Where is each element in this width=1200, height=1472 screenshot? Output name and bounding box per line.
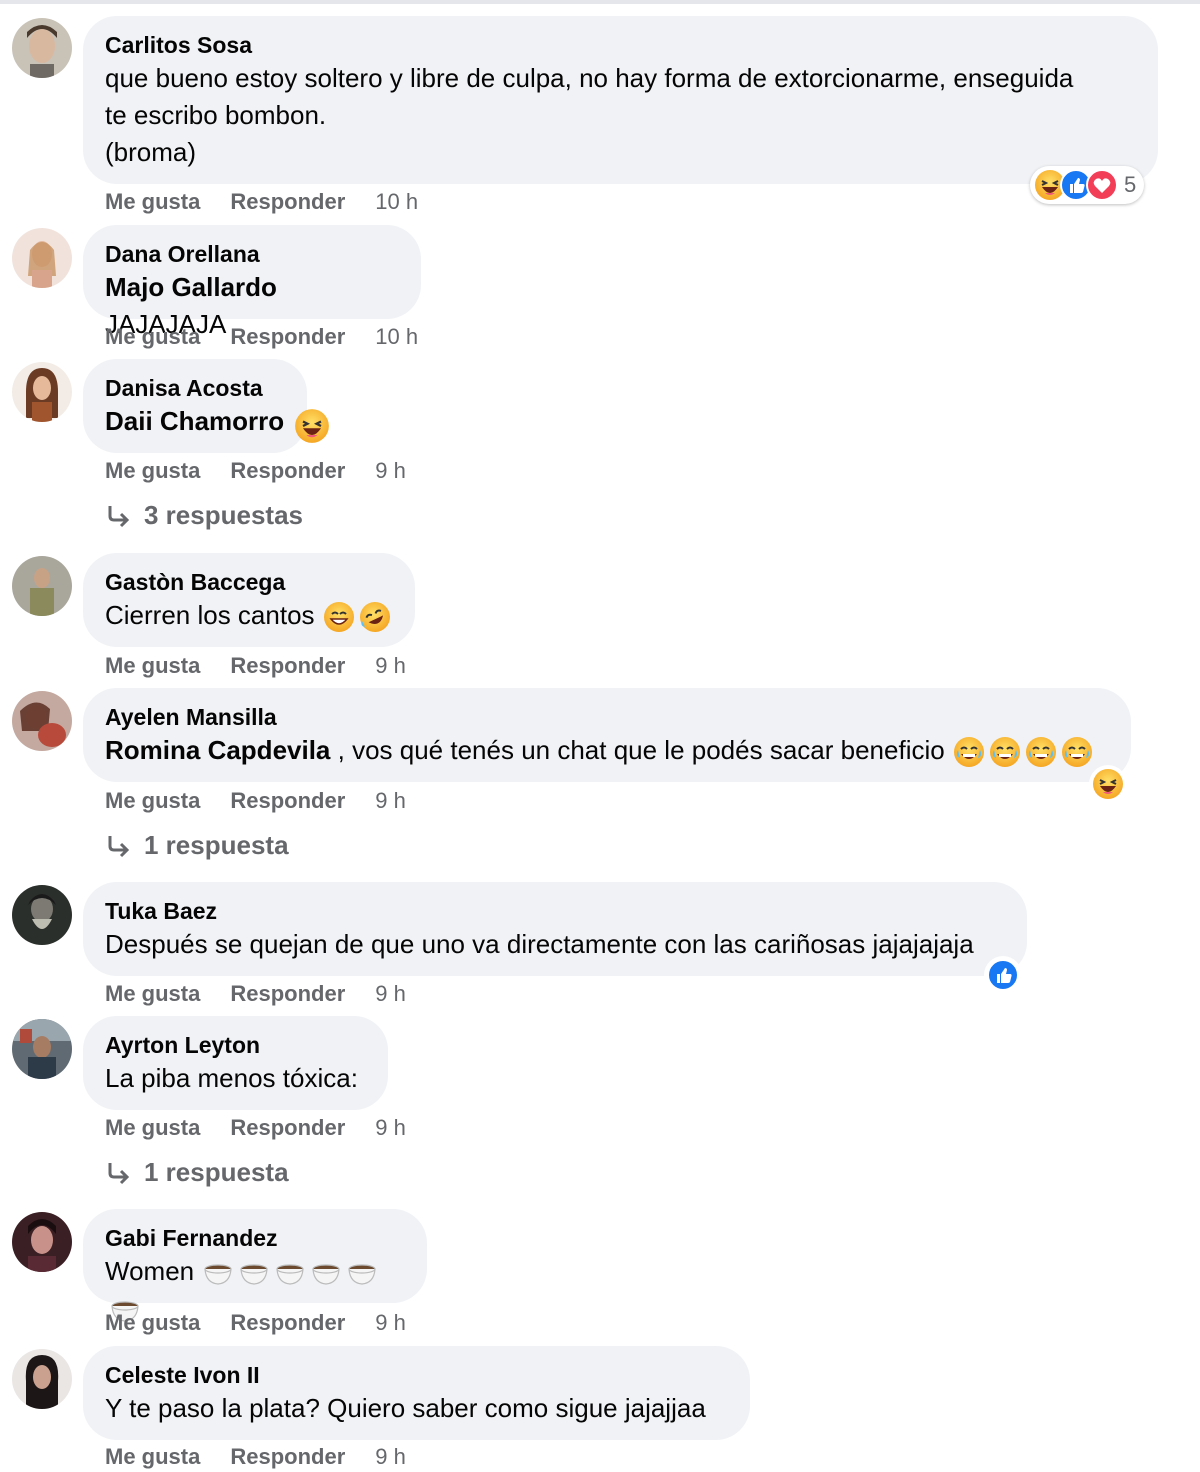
like-button[interactable]: Me gusta — [105, 456, 200, 486]
tears-of-joy-emoji-icon — [1025, 736, 1057, 768]
avatar[interactable] — [12, 18, 72, 78]
comment-bubble: Celeste Ivon II Y te paso la plata? Quie… — [83, 1346, 750, 1440]
like-button[interactable]: Me gusta — [105, 322, 200, 352]
comment-bubble: Tuka Baez Después se quejan de que uno v… — [83, 882, 1027, 976]
reply-arrow-icon — [108, 505, 130, 527]
timestamp[interactable]: 9 h — [375, 1113, 406, 1143]
tea-cup-emoji-icon — [346, 1257, 378, 1289]
timestamp[interactable]: 9 h — [375, 786, 406, 816]
comment-bubble: Dana Orellana Majo Gallardo JAJAJAJA — [83, 225, 421, 339]
comment-text: La piba menos tóxica: — [105, 1063, 358, 1093]
timestamp[interactable]: 10 h — [375, 187, 418, 217]
tea-cup-emoji-icon — [310, 1257, 342, 1289]
reply-button[interactable]: Responder — [230, 1113, 345, 1143]
comment-bubble: Gabi Fernandez Women — [83, 1209, 427, 1303]
squinting-laugh-emoji-icon — [294, 408, 330, 444]
comment-text: Cierren los cantos — [105, 600, 315, 630]
timestamp[interactable]: 9 h — [375, 1442, 406, 1472]
view-replies-link[interactable]: 1 respuesta — [106, 1157, 289, 1188]
like-reaction-icon[interactable] — [984, 956, 1022, 994]
timestamp[interactable]: 9 h — [375, 979, 406, 1009]
timestamp[interactable]: 9 h — [375, 651, 406, 681]
comment-bubble: Carlitos Sosa que bueno estoy soltero y … — [83, 16, 1158, 184]
comment-author[interactable]: Celeste Ivon II — [105, 1360, 728, 1390]
comment-bubble: Ayrton Leyton La piba menos tóxica: — [83, 1016, 388, 1110]
reply-button[interactable]: Responder — [230, 979, 345, 1009]
like-button[interactable]: Me gusta — [105, 1113, 200, 1143]
reactions-summary[interactable]: 5 — [1030, 166, 1145, 204]
replies-count[interactable]: 1 respuesta — [144, 1157, 289, 1188]
comment-author[interactable]: Danisa Acosta — [105, 373, 285, 403]
comment-text: que bueno estoy soltero y libre de culpa… — [105, 63, 1074, 167]
timestamp[interactable]: 9 h — [375, 1308, 406, 1338]
reply-button[interactable]: Responder — [230, 187, 345, 217]
avatar[interactable] — [12, 1019, 72, 1079]
mention-link[interactable]: Daii Chamorro — [105, 406, 284, 436]
avatar[interactable] — [12, 1349, 72, 1409]
view-replies-link[interactable]: 1 respuesta — [106, 830, 289, 861]
avatar[interactable] — [12, 1212, 72, 1272]
love-reaction-icon — [1086, 169, 1118, 201]
mention-link[interactable]: Romina Capdevila — [105, 735, 330, 765]
comment-bubble: Ayelen Mansilla Romina Capdevila , vos q… — [83, 688, 1131, 782]
comment-author[interactable]: Tuka Baez — [105, 896, 1005, 926]
comment-author[interactable]: Ayrton Leyton — [105, 1030, 366, 1060]
replies-count[interactable]: 1 respuesta — [144, 830, 289, 861]
comment-text: , vos qué tenés un chat que le podés sac… — [330, 735, 945, 765]
mention-link[interactable]: Majo Gallardo — [105, 272, 277, 302]
tears-of-joy-emoji-icon — [989, 736, 1021, 768]
timestamp[interactable]: 9 h — [375, 456, 406, 486]
like-button[interactable]: Me gusta — [105, 187, 200, 217]
reply-arrow-icon — [108, 1162, 130, 1184]
comment-text: Después se quejan de que uno va directam… — [105, 929, 974, 959]
reply-button[interactable]: Responder — [230, 1308, 345, 1338]
comment-author[interactable]: Gastòn Baccega — [105, 567, 393, 597]
haha-reaction-icon[interactable] — [1089, 765, 1127, 803]
view-replies-link[interactable]: 3 respuestas — [106, 500, 303, 531]
comment-author[interactable]: Dana Orellana — [105, 239, 399, 269]
reply-button[interactable]: Responder — [230, 456, 345, 486]
like-button[interactable]: Me gusta — [105, 1308, 200, 1338]
comment-text: Y te paso la plata? Quiero saber como si… — [105, 1393, 706, 1423]
grinning-emoji-icon — [323, 601, 355, 633]
reply-button[interactable]: Responder — [230, 1442, 345, 1472]
like-button[interactable]: Me gusta — [105, 979, 200, 1009]
comment-author[interactable]: Ayelen Mansilla — [105, 702, 1109, 732]
tears-of-joy-emoji-icon — [1061, 736, 1093, 768]
reply-arrow-icon — [108, 835, 130, 857]
tea-cup-emoji-icon — [202, 1257, 234, 1289]
avatar[interactable] — [12, 228, 72, 288]
reply-button[interactable]: Responder — [230, 786, 345, 816]
tears-of-joy-emoji-icon — [953, 736, 985, 768]
top-divider — [0, 0, 1200, 4]
avatar[interactable] — [12, 362, 72, 422]
comment-bubble: Gastòn Baccega Cierren los cantos — [83, 553, 415, 647]
tea-cup-emoji-icon — [274, 1257, 306, 1289]
reply-button[interactable]: Responder — [230, 322, 345, 352]
comment-author[interactable]: Carlitos Sosa — [105, 30, 1136, 60]
comment-text: Women — [105, 1256, 195, 1286]
comment-bubble: Danisa Acosta Daii Chamorro — [83, 359, 307, 453]
avatar[interactable] — [12, 885, 72, 945]
rolling-laughing-emoji-icon — [359, 601, 391, 633]
like-button[interactable]: Me gusta — [105, 786, 200, 816]
reaction-count: 5 — [1124, 172, 1137, 197]
timestamp[interactable]: 10 h — [375, 322, 418, 352]
tea-cup-emoji-icon — [238, 1257, 270, 1289]
replies-count[interactable]: 3 respuestas — [144, 500, 303, 531]
like-button[interactable]: Me gusta — [105, 1442, 200, 1472]
comment-author[interactable]: Gabi Fernandez — [105, 1223, 405, 1253]
avatar[interactable] — [12, 556, 72, 616]
reply-button[interactable]: Responder — [230, 651, 345, 681]
avatar[interactable] — [12, 691, 72, 751]
like-button[interactable]: Me gusta — [105, 651, 200, 681]
